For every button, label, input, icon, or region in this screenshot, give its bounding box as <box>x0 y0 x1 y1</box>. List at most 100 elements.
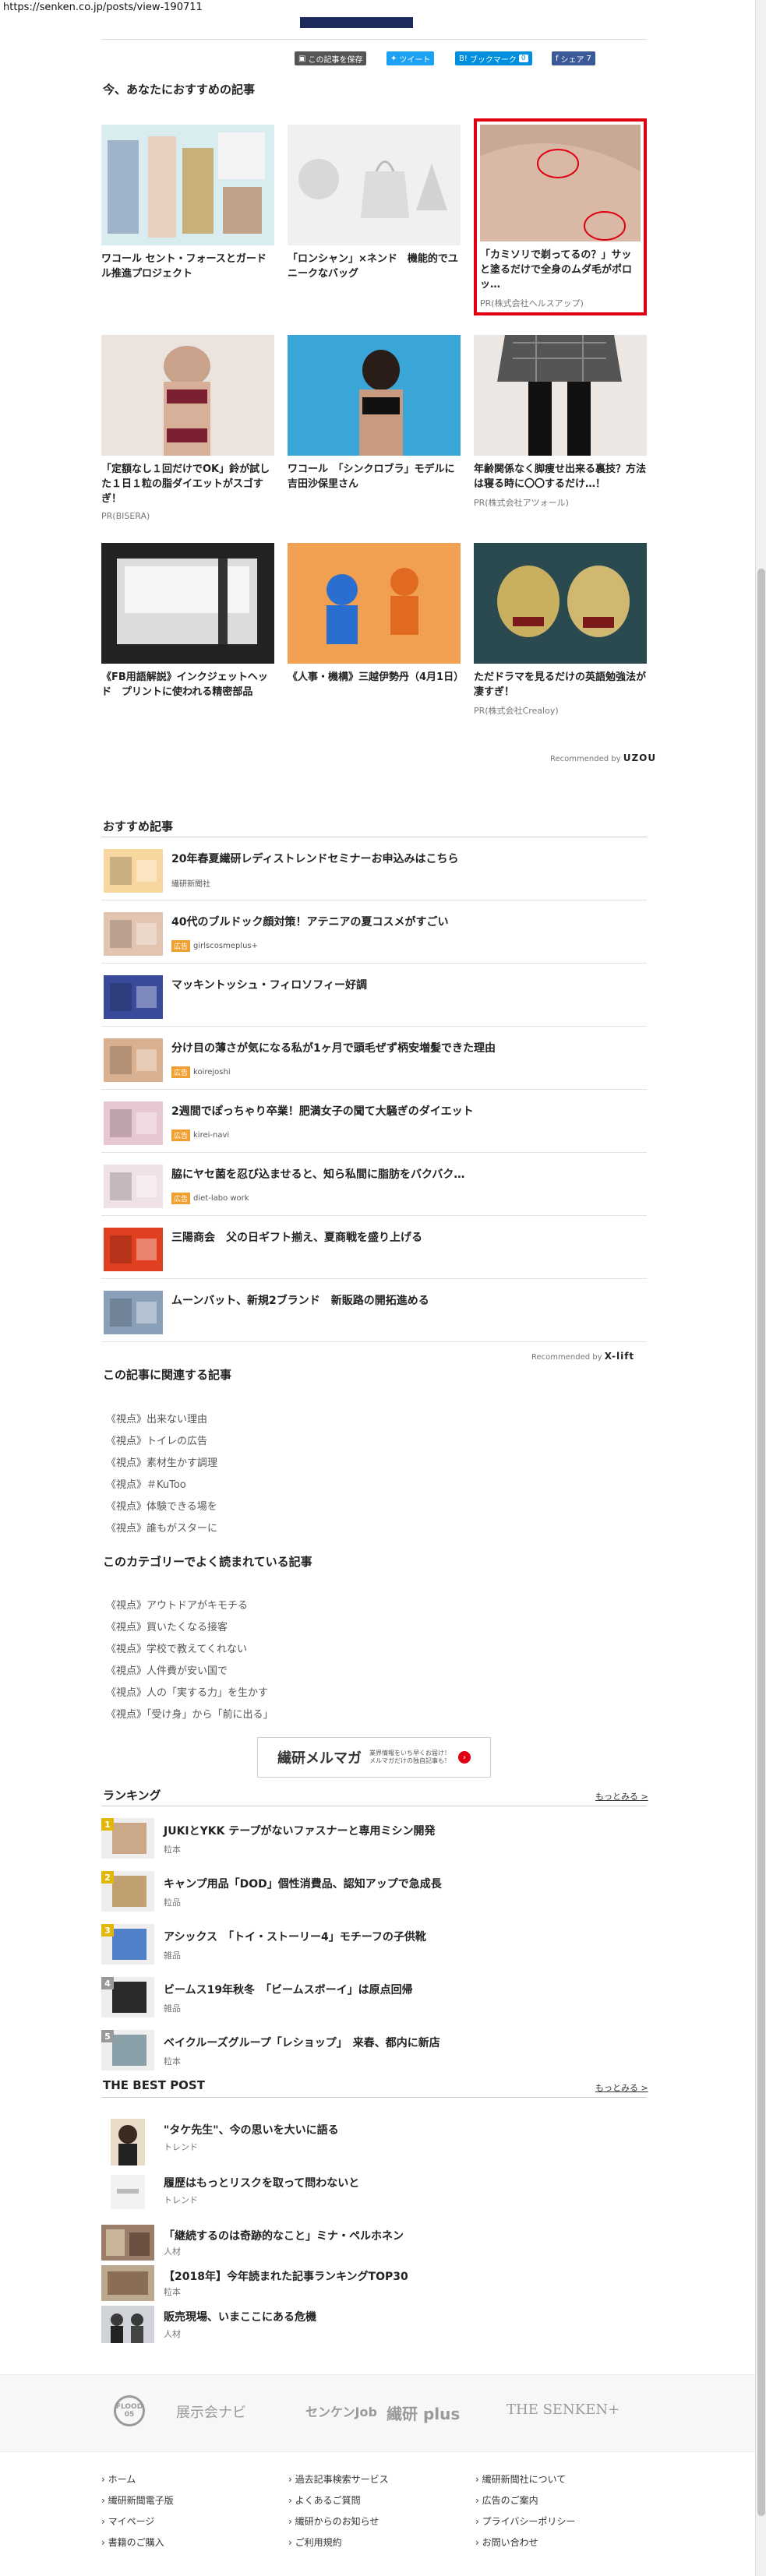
osusume-item[interactable]: ムーンバット、新規2ブランド 新販路の開拓進める <box>101 1280 647 1342</box>
osusume-title: 三陽商会 父の日ギフト揃え、夏商戦を盛り上げる <box>171 1232 422 1244</box>
best-post-title: 販売現場、いまここにある危機 <box>164 2311 316 2324</box>
rec-card-ad[interactable]: 「カミソリで剃ってるの？」サッと塗るだけで全身のムダ毛がポロッ… PR(株式会社… <box>474 118 647 315</box>
related-link[interactable]: 《視点》誰もがスターに <box>106 1520 217 1535</box>
ranking-item[interactable]: 4 ビームス19年秋冬 「ビームスボーイ」は原点回帰 雑品 <box>101 1974 647 2024</box>
rec-card[interactable]: 《FB用語解説》インクジェットヘッド プリントに使われる精密部品 <box>101 543 274 700</box>
rec-thumb <box>474 335 647 456</box>
ranking-category: 雑品 <box>164 1951 181 1961</box>
section-title-ranking: ランキング <box>103 1788 161 1802</box>
rec-thumb <box>288 335 461 456</box>
popular-link[interactable]: 《視点》人件費が安い国で <box>106 1662 228 1677</box>
best-post-item[interactable]: 【2018年】今年読まれた記事ランキングTOP30 粒本 <box>101 2265 647 2303</box>
best-post-item[interactable]: "タケ先生"、今の思いを大いに語る トレンド <box>101 2119 647 2167</box>
recommended-by-uzou[interactable]: Recommended by UZOU <box>550 752 656 763</box>
best-post-more-link[interactable]: もっとみる > <box>595 2081 648 2094</box>
ranking-number: 2 <box>101 1871 114 1884</box>
tweet-button[interactable]: ✦ ツイート <box>387 51 435 65</box>
facebook-share-button[interactable]: f シェア 7 <box>552 51 595 65</box>
ranking-more-link[interactable]: もっとみる > <box>595 1790 648 1802</box>
rec-card[interactable]: ワコール セント・フォースとガードル推進プロジェクト <box>101 125 274 281</box>
related-link[interactable]: 《視点》トイレの広告 <box>106 1432 207 1447</box>
source-name: diet-labo work <box>193 1194 249 1203</box>
best-post-item[interactable]: 販売現場、いまここにある危機 人材 <box>101 2306 647 2345</box>
popular-link[interactable]: 《視点》「受け身」から「前に出る」 <box>106 1706 274 1721</box>
footer-link[interactable]: › プライバシーポリシー <box>475 2514 575 2528</box>
popular-link[interactable]: 《視点》アウトドアがキモチる <box>106 1597 248 1612</box>
osusume-source: 広告 diet-labo work <box>171 1193 249 1204</box>
footer-link[interactable]: › マイページ <box>101 2514 154 2528</box>
section-title-related: この記事に関連する記事 <box>103 1368 232 1382</box>
osusume-source: 広告 girlscosmeplus+ <box>171 940 258 952</box>
footer-link[interactable]: › ご利用規約 <box>288 2535 342 2549</box>
osusume-item[interactable]: マッキントッシュ・フィロソフィー好調 <box>101 964 647 1027</box>
rec-caption: ワコール 「シンクロブラ」モデルに吉田沙保里さん <box>288 463 455 490</box>
rec-card[interactable]: 年齢関係なく脚痩せ出来る裏技？方法は寝る時に〇〇するだけ…！ PR(株式会社アツ… <box>474 335 647 509</box>
osusume-source: 広告 koirejoshi <box>171 1066 231 1078</box>
recommended-by-xlift[interactable]: Recommended by X-lift <box>531 1351 634 1362</box>
osusume-title: マッキントッシュ・フィロソフィー好調 <box>171 979 368 992</box>
facebook-count: 7 <box>586 54 591 63</box>
footer-logos: FLOOD 05 展示会ナビ センケンJob 繊研 plus THE SENKE… <box>0 2374 755 2452</box>
best-post-thumb <box>111 2175 145 2209</box>
top-navy-bar <box>300 17 413 28</box>
osusume-item[interactable]: 三陽商会 父の日ギフト揃え、夏商戦を盛り上げる <box>101 1217 647 1279</box>
arrow-right-icon: › <box>458 1751 471 1764</box>
best-post-item[interactable]: 「継続するのは奇跡的なこと」ミナ・ペルホネン 人材 <box>101 2225 647 2262</box>
best-post-item[interactable]: 履歴はもっとリスクを取って問わないと トレンド <box>101 2175 647 2218</box>
footer-link[interactable]: › 広告のご案内 <box>475 2493 538 2507</box>
section-title-osusume: おすすめ記事 <box>103 819 174 833</box>
mailmag-title: 繊研メルマガ <box>277 1750 362 1767</box>
facebook-icon: f <box>556 54 559 63</box>
rec-card[interactable]: ワコール 「シンクロブラ」モデルに吉田沙保里さん <box>288 335 461 492</box>
ranking-title: アシックス 「トイ・ストーリー4」モチーフの子供靴 <box>164 1931 426 1943</box>
footer-link[interactable]: › よくあるご質問 <box>288 2493 361 2507</box>
hatena-bookmark-button[interactable]: B! ブックマーク 0 <box>455 51 532 65</box>
osusume-item[interactable]: 2週間でぽっちゃり卒業！肥満女子の聞て大騒ぎのダイエット 広告 kirei-navi <box>101 1091 647 1153</box>
footer-link[interactable]: › お問い合わせ <box>475 2535 538 2549</box>
section-title-popular: このカテゴリーでよく読まれている記事 <box>103 1555 312 1569</box>
footer-logo-the-senken[interactable]: THE SENKEN+ <box>507 2402 620 2418</box>
ranking-item[interactable]: 1 JUKIとYKK テープがないファスナーと専用ミシン開発 粒本 <box>101 1815 647 1865</box>
rec-card[interactable]: ただドラマを見るだけの英語勉強法が凄すぎ！ PR(株式会社Crealoy) <box>474 543 647 717</box>
rec-card[interactable]: 《人事・機構》三越伊勢丹（4月1日） <box>288 543 464 685</box>
source-name: girlscosmeplus+ <box>193 942 259 950</box>
osusume-item[interactable]: 分け目の薄さが気になる私が1ヶ月で頭毛ぜず柄安増髪できた理由 広告 koirejos… <box>101 1027 647 1090</box>
footer-link[interactable]: › 書籍のご購入 <box>101 2535 164 2549</box>
ranking-item[interactable]: 3 アシックス 「トイ・ストーリー4」モチーフの子供靴 雑品 <box>101 1921 647 1971</box>
related-link[interactable]: 《視点》素材生かす調理 <box>106 1454 217 1469</box>
ranking-item[interactable]: 2 キャンプ用品「DOD」個性消費品、認知アップで急成長 粒品 <box>101 1868 647 1918</box>
footer-link[interactable]: › 繊研新聞電子版 <box>101 2493 174 2507</box>
save-article-button[interactable]: ▣ この記事を保存 <box>295 51 367 65</box>
osusume-title: 2週間でぽっちゃり卒業！肥満女子の聞て大騒ぎのダイエット <box>171 1105 474 1118</box>
rec-card[interactable]: 「定額なし１回だけでOK」鈴が試した１日１粒の脂ダイエットがスゴすぎ！ PR(B… <box>101 335 274 521</box>
footer-logo-job[interactable]: センケンJob <box>305 2402 377 2420</box>
footer-link[interactable]: › ホーム <box>101 2472 136 2486</box>
ranking-number: 5 <box>101 2030 114 2042</box>
mailmag-banner[interactable]: 繊研メルマガ 業界情報をいち早くお届け！ メルマガだけの独自記事も！ › <box>257 1737 491 1778</box>
osusume-source: 繊研新聞社 <box>171 877 210 889</box>
osusume-title: 分け目の薄さが気になる私が1ヶ月で頭毛ぜず柄安増髪できた理由 <box>171 1042 496 1055</box>
footer-logo-tenjikai[interactable]: 展示会ナビ <box>176 2402 246 2422</box>
scrollbar[interactable] <box>755 0 766 2576</box>
footer-link[interactable]: › 過去記事検索サービス <box>288 2472 389 2486</box>
related-link[interactable]: 《視点》体験できる場を <box>106 1498 217 1513</box>
osusume-item[interactable]: 脇にヤセ菌を忍び込ませると、知ら私間に脂肪をバクバク… 広告 diet-labo w… <box>101 1154 647 1216</box>
ranking-item[interactable]: 5 ベイクルーズグループ「レショップ」 来春、都内に新店 粒本 <box>101 2027 647 2077</box>
popular-link[interactable]: 《視点》買いたくなる接客 <box>106 1619 228 1633</box>
scroll-thumb[interactable] <box>757 569 765 2516</box>
footer-logo-flood[interactable]: FLOOD 05 <box>114 2395 145 2426</box>
osusume-item[interactable]: 40代のブルドック顔対策！アテニアの夏コスメがすごい 広告 girlscosmepl… <box>101 901 647 964</box>
popular-link[interactable]: 《視点》人の「実する力」を生かす <box>106 1684 268 1699</box>
related-link[interactable]: 《視点》出来ない理由 <box>106 1411 207 1425</box>
footer-link[interactable]: › 繊研新聞社について <box>475 2472 566 2486</box>
rec-pr: PR(株式会社ヘルスアップ) <box>480 298 584 308</box>
rec-thumb <box>101 335 274 456</box>
osusume-item[interactable]: 20年春夏繊研レディストレンドセミナーお申込みはこちら 繊研新聞社 <box>101 838 647 900</box>
url-text: https://senken.co.jp/posts/view-190711 <box>3 2 203 13</box>
popular-link[interactable]: 《視点》学校で教えてくれない <box>106 1640 247 1655</box>
related-link[interactable]: 《視点》＃KuToo <box>106 1476 186 1491</box>
source-name: kirei-navi <box>193 1131 230 1140</box>
footer-link[interactable]: › 繊研からのお知らせ <box>288 2514 379 2528</box>
rec-card[interactable]: 「ロンシャン」×ネンド 機能的でユニークなバッグ <box>288 125 461 281</box>
footer-logo-senken-plus[interactable]: 繊研 plus <box>387 2402 460 2424</box>
